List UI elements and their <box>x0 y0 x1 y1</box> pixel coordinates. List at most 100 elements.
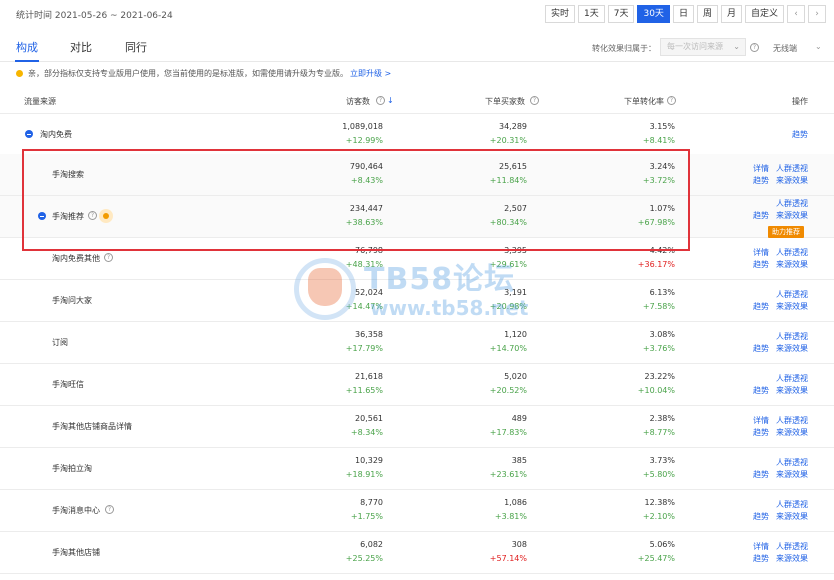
op-detail-link[interactable]: 详情 <box>753 415 769 426</box>
op-crowd-link[interactable]: 人群透视 <box>776 499 808 510</box>
op-trend-link[interactable]: 趋势 <box>753 175 769 186</box>
range-1day-button[interactable]: 1天 <box>578 5 605 23</box>
op-source-effect-link[interactable]: 来源效果 <box>776 210 808 221</box>
help-icon[interactable]: ? <box>530 96 539 105</box>
range-month-button[interactable]: 月 <box>720 5 742 23</box>
range-7day-button[interactable]: 7天 <box>607 5 635 23</box>
op-trend-link[interactable]: 趋势 <box>753 511 769 522</box>
visitors-value: 1,089,018 <box>342 122 383 131</box>
op-crowd-link[interactable]: 人群透视 <box>776 373 808 384</box>
tabs-bar: 构成 对比 同行 转化效果归属于： 每一次访问来源 ⌄ ? 无线端 ⌄ <box>0 30 834 62</box>
op-source-effect-link[interactable]: 来源效果 <box>776 259 808 270</box>
range-realtime-button[interactable]: 实时 <box>545 5 576 23</box>
help-icon[interactable]: ? <box>105 505 114 514</box>
conversion-value: 6.13% <box>649 288 675 297</box>
table-row: 手淘其他店铺商品详情 20,561 +8.34% 489 +17.83% 2.38% +8.… <box>0 406 834 448</box>
conversion-value: 3.15% <box>649 122 675 131</box>
range-week-button[interactable]: 周 <box>696 5 718 23</box>
row-source-name: 手淘消息中心 <box>52 506 100 515</box>
op-detail-link[interactable]: 详情 <box>753 541 769 552</box>
next-arrow-icon[interactable]: › <box>808 5 826 23</box>
row-source-name: 手淘搜索 <box>52 170 84 179</box>
op-trend-link[interactable]: 趋势 <box>753 210 769 221</box>
help-icon[interactable]: ? <box>750 43 759 52</box>
op-source-effect-link[interactable]: 来源效果 <box>776 511 808 522</box>
tab-underline <box>15 60 39 62</box>
op-trend-link[interactable]: 趋势 <box>753 469 769 480</box>
prev-arrow-icon[interactable]: ‹ <box>787 5 805 23</box>
attribution-label: 转化效果归属于： <box>592 44 656 53</box>
help-icon[interactable]: ? <box>376 96 385 105</box>
col-buyers[interactable]: 下单买家数 <box>485 96 525 107</box>
buyers-value: 2,507 <box>504 204 527 213</box>
chevron-down-icon: ⌄ <box>815 42 822 51</box>
collapse-icon[interactable] <box>38 212 46 220</box>
op-trend-link[interactable]: 趋势 <box>753 427 769 438</box>
conversion-value: 12.38% <box>644 498 675 507</box>
tab-peers[interactable]: 同行 <box>125 39 147 55</box>
op-crowd-link[interactable]: 人群透视 <box>776 289 808 300</box>
table-row: 手淘推荐? 234,447 +38.63% 2,507 +80.34% 1.07% +67.… <box>0 196 834 238</box>
conversion-value: 1.07% <box>649 204 675 213</box>
op-detail-link[interactable]: 详情 <box>753 163 769 174</box>
boost-recommend-button[interactable]: 助力推荐 <box>768 226 804 238</box>
op-trend-link[interactable]: 趋势 <box>753 553 769 564</box>
visitors-change: +25.25% <box>345 554 383 563</box>
op-crowd-link[interactable]: 人群透视 <box>776 415 808 426</box>
op-trend-link[interactable]: 趋势 <box>753 385 769 396</box>
visitors-change: +8.34% <box>350 428 383 437</box>
conversion-value: 2.38% <box>649 414 675 423</box>
op-crowd-link[interactable]: 人群透视 <box>776 541 808 552</box>
visitors-value: 52,024 <box>355 288 383 297</box>
tab-composition[interactable]: 构成 <box>16 39 38 55</box>
op-source-effect-link[interactable]: 来源效果 <box>776 385 808 396</box>
op-crowd-link[interactable]: 人群透视 <box>776 457 808 468</box>
col-conversion[interactable]: 下单转化率 <box>624 96 664 107</box>
op-trend-link[interactable]: 趋势 <box>792 129 808 140</box>
op-crowd-link[interactable]: 人群透视 <box>776 163 808 174</box>
op-trend-link[interactable]: 趋势 <box>753 343 769 354</box>
range-30day-button[interactable]: 30天 <box>637 5 670 23</box>
top-bar: 统计时间 2021-05-26 ~ 2021-06-24 实时 1天 7天 30… <box>0 0 834 28</box>
buyers-change: +20.31% <box>489 136 527 145</box>
conversion-value: 4.42% <box>649 246 675 255</box>
buyers-change: +20.52% <box>489 386 527 395</box>
table-row: 手淘拍立淘 10,329 +18.91% 385 +23.61% 3.73% +5.80% 人… <box>0 448 834 490</box>
table-row: 淘内免费其他? 76,798 +48.31% 3,395 +29.61% 4.42% +36… <box>0 238 834 280</box>
op-source-effect-link[interactable]: 来源效果 <box>776 343 808 354</box>
op-source-effect-link[interactable]: 来源效果 <box>776 469 808 480</box>
recommend-badge-icon <box>99 209 113 223</box>
visitors-value: 10,329 <box>355 456 383 465</box>
range-custom-button[interactable]: 自定义 <box>744 5 784 23</box>
op-source-effect-link[interactable]: 来源效果 <box>776 175 808 186</box>
sort-desc-icon[interactable]: ↓ <box>387 96 394 105</box>
op-source-effect-link[interactable]: 来源效果 <box>776 427 808 438</box>
attribution-select-value: 每一次访问来源 <box>667 42 723 51</box>
op-source-effect-link[interactable]: 来源效果 <box>776 301 808 312</box>
row-source-name: 订阅 <box>52 338 68 347</box>
tab-compare[interactable]: 对比 <box>70 39 92 55</box>
op-detail-link[interactable]: 详情 <box>753 247 769 258</box>
range-day-button[interactable]: 日 <box>672 5 694 23</box>
op-trend-link[interactable]: 趋势 <box>753 301 769 312</box>
buyers-change: +80.34% <box>489 218 527 227</box>
help-icon[interactable]: ? <box>88 211 97 220</box>
op-source-effect-link[interactable]: 来源效果 <box>776 553 808 564</box>
help-icon[interactable]: ? <box>667 96 676 105</box>
op-trend-link[interactable]: 趋势 <box>753 259 769 270</box>
buyers-change: +20.98% <box>489 302 527 311</box>
upgrade-link[interactable]: 立即升级 > <box>350 69 391 78</box>
op-crowd-link[interactable]: 人群透视 <box>776 198 808 209</box>
col-visitors[interactable]: 访客数 <box>346 96 370 107</box>
notice-icon <box>16 70 23 77</box>
attribution-select[interactable]: 每一次访问来源 ⌄ <box>660 38 746 56</box>
buyers-value: 1,120 <box>504 330 527 339</box>
table-row: 手淘搜索 790,464 +8.43% 25,615 +11.84% 3.24% +3.72… <box>0 154 834 196</box>
op-crowd-link[interactable]: 人群透视 <box>776 331 808 342</box>
buyers-value: 34,289 <box>499 122 527 131</box>
device-select[interactable]: 无线端 <box>773 43 797 54</box>
help-icon[interactable]: ? <box>104 253 113 262</box>
op-crowd-link[interactable]: 人群透视 <box>776 247 808 258</box>
date-range: 统计时间 2021-05-26 ~ 2021-06-24 <box>16 11 173 21</box>
collapse-icon[interactable] <box>25 130 33 138</box>
